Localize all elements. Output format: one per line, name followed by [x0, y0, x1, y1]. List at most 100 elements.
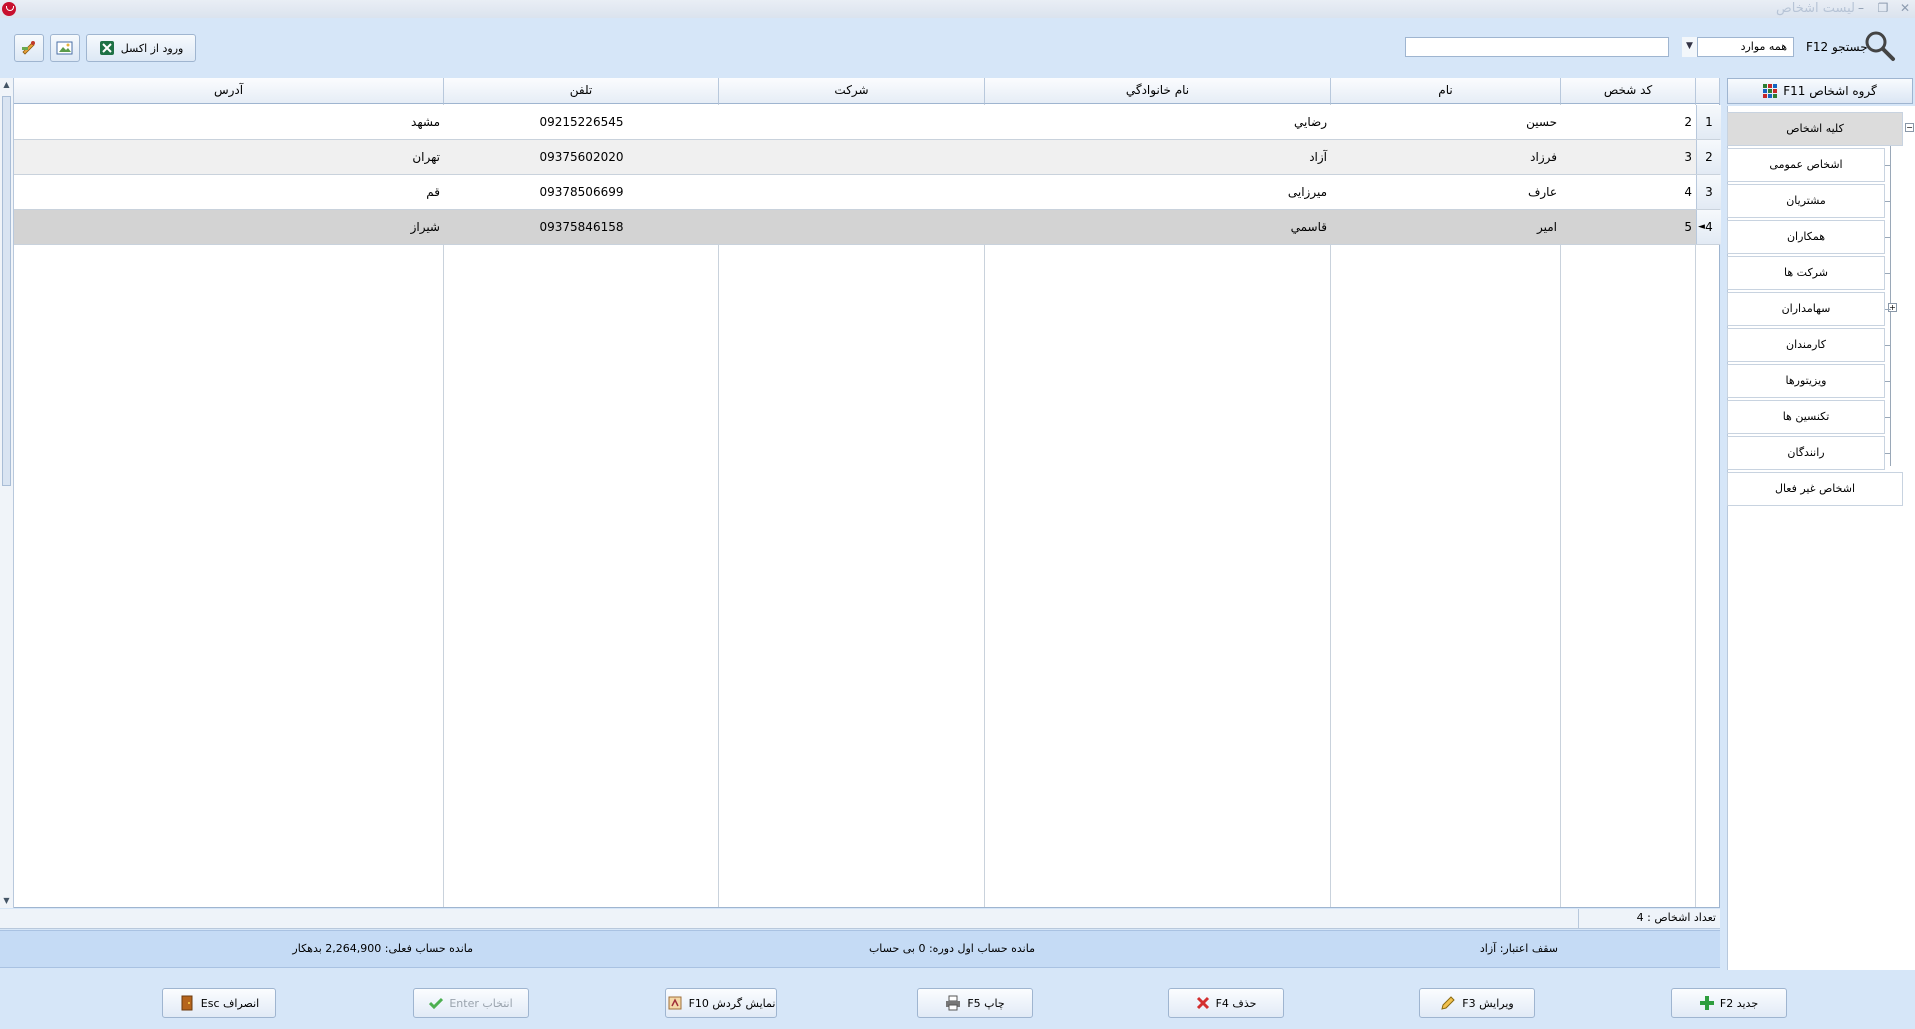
cell-first-name[interactable]: عارف [1331, 175, 1561, 209]
settings-button[interactable] [14, 34, 44, 62]
cell-phone[interactable]: 09378506699 [444, 175, 719, 209]
people-count: تعداد اشخاص : 4 [1636, 911, 1716, 924]
column-header-first-name[interactable]: نام [1331, 78, 1561, 104]
column-header-address[interactable]: آدرس [14, 78, 444, 104]
excel-icon [99, 41, 114, 55]
sidebar-item[interactable]: رانندگان [1727, 436, 1885, 470]
scrollbar-thumb[interactable] [2, 96, 11, 486]
sidebar-item[interactable]: تکنسین ها [1727, 400, 1885, 434]
search-scope-select[interactable]: همه موارد [1682, 37, 1794, 57]
image-export-button[interactable] [50, 34, 80, 62]
cell-code[interactable]: 5 [1561, 210, 1696, 244]
maximize-icon[interactable]: ❐ [1873, 0, 1893, 16]
cell-last-name[interactable]: رضايي [985, 105, 1331, 139]
edit-button[interactable]: ویرایش F3 [1419, 988, 1535, 1018]
row-number[interactable]: 2 [1696, 140, 1721, 174]
cell-company[interactable] [719, 105, 985, 139]
tree-branch [1885, 309, 1891, 310]
tree-branch [1885, 273, 1891, 274]
row-number[interactable]: 3 [1696, 175, 1721, 209]
chevron-down-icon[interactable]: ▼ [1682, 37, 1698, 57]
delete-button-label: حذف F4 [1215, 996, 1257, 1010]
select-button[interactable]: انتخاب Enter [413, 988, 529, 1018]
tree-expand-icon[interactable]: + [1888, 303, 1897, 312]
tree-branch [1885, 417, 1891, 418]
tree-branch [1885, 237, 1891, 238]
show-turnover-button[interactable]: نمایش گردش F10 [665, 988, 777, 1018]
cell-last-name[interactable]: قاسمي [985, 210, 1331, 244]
new-button[interactable]: جدید F2 [1671, 988, 1787, 1018]
cell-first-name[interactable]: امیر [1331, 210, 1561, 244]
cell-code[interactable]: 4 [1561, 175, 1696, 209]
opening-balance: مانده حساب اول دوره: 0 بی حساب [868, 942, 1035, 955]
cell-address[interactable]: تهران [14, 140, 444, 174]
cell-address[interactable]: قم [14, 175, 444, 209]
column-header-company[interactable]: شرکت [719, 78, 985, 104]
show-turnover-button-label: نمایش گردش F10 [688, 996, 776, 1010]
sidebar-item[interactable]: همکاران [1727, 220, 1885, 254]
person-group-header[interactable]: گروه اشخاص F11 [1727, 78, 1913, 104]
search-icon[interactable] [1864, 30, 1896, 62]
printer-icon [946, 995, 961, 1011]
sidebar-item[interactable]: اشخاص غیر فعال [1727, 472, 1903, 506]
delete-button[interactable]: حذف F4 [1168, 988, 1284, 1018]
image-icon [56, 41, 73, 55]
window-title: لیست اشخاص [1776, 1, 1855, 16]
edit-button-label: ویرایش F3 [1462, 996, 1514, 1010]
cell-first-name[interactable]: فرزاد [1331, 140, 1561, 174]
cell-address[interactable]: شیراز [14, 210, 444, 244]
scroll-up-icon[interactable]: ▲ [0, 78, 13, 92]
search-label: جستجو F12 [1806, 40, 1868, 54]
cell-last-name[interactable]: میرزایی [985, 175, 1331, 209]
column-header-phone[interactable]: تلفن [444, 78, 719, 104]
tree-branch [1885, 201, 1891, 202]
scroll-down-icon[interactable]: ▼ [0, 894, 13, 908]
tree-branch [1885, 453, 1891, 454]
sidebar-item[interactable]: اشخاص عمومی [1727, 148, 1885, 182]
cell-last-name[interactable]: آزاد [985, 140, 1331, 174]
count-bar: تعداد اشخاص : 4 [0, 909, 1720, 929]
print-button[interactable]: چاپ F5 [917, 988, 1033, 1018]
sidebar-item[interactable]: کلیه اشخاص [1727, 112, 1903, 146]
cell-company[interactable] [719, 210, 985, 244]
excel-import-label: ورود از اکسل [120, 41, 184, 55]
app-logo-icon [2, 2, 16, 16]
cell-company[interactable] [719, 140, 985, 174]
column-header-last-name[interactable]: نام خانوادگي [985, 78, 1331, 104]
column-header-code[interactable]: کد شخص [1561, 78, 1696, 104]
grid-icon [1763, 84, 1778, 98]
table-row[interactable]: تهران 09375602020 آزاد فرزاد 3 2 [14, 140, 1721, 175]
excel-import-button[interactable]: ورود از اکسل [86, 34, 196, 62]
sidebar-item[interactable]: کارمندان [1727, 328, 1885, 362]
cell-address[interactable]: مشهد [14, 105, 444, 139]
tree-branch [1885, 381, 1891, 382]
cell-first-name[interactable]: حسین [1331, 105, 1561, 139]
table-row[interactable]: شیراز 09375846158 قاسمي امیر 5 4 ◄ [14, 210, 1721, 245]
current-row-indicator-icon: ◄ [1698, 222, 1705, 232]
cell-phone[interactable]: 09375602020 [444, 140, 719, 174]
row-number-header [1696, 78, 1720, 104]
plus-icon [1699, 996, 1714, 1010]
cell-phone[interactable]: 09215226545 [444, 105, 719, 139]
tree-collapse-icon[interactable]: − [1905, 123, 1914, 132]
search-input[interactable] [1405, 37, 1669, 57]
cancel-button-label: انصراف Esc [200, 996, 260, 1010]
cell-code[interactable]: 2 [1561, 105, 1696, 139]
account-info-bar: سقف اعتبار: آزاد مانده حساب اول دوره: 0 … [0, 930, 1720, 968]
row-number[interactable]: 1 [1696, 105, 1721, 139]
cell-phone[interactable]: 09375846158 [444, 210, 719, 244]
person-group-header-label: گروه اشخاص F11 [1783, 84, 1877, 98]
sidebar-item[interactable]: شرکت ها [1727, 256, 1885, 290]
cell-code[interactable]: 3 [1561, 140, 1696, 174]
sidebar-item[interactable]: سهامداران [1727, 292, 1885, 326]
table-row[interactable]: قم 09378506699 میرزایی عارف 4 3 [14, 175, 1721, 210]
palette-icon [22, 41, 35, 55]
cancel-button[interactable]: انصراف Esc [162, 988, 276, 1018]
turnover-icon [668, 996, 682, 1010]
sidebar-item[interactable]: ویزیتورها [1727, 364, 1885, 398]
close-icon[interactable]: ✕ [1895, 0, 1915, 16]
minimize-icon[interactable]: – [1851, 0, 1871, 16]
sidebar-item[interactable]: مشتریان [1727, 184, 1885, 218]
table-row[interactable]: مشهد 09215226545 رضايي حسین 2 1 [14, 105, 1721, 140]
cell-company[interactable] [719, 175, 985, 209]
